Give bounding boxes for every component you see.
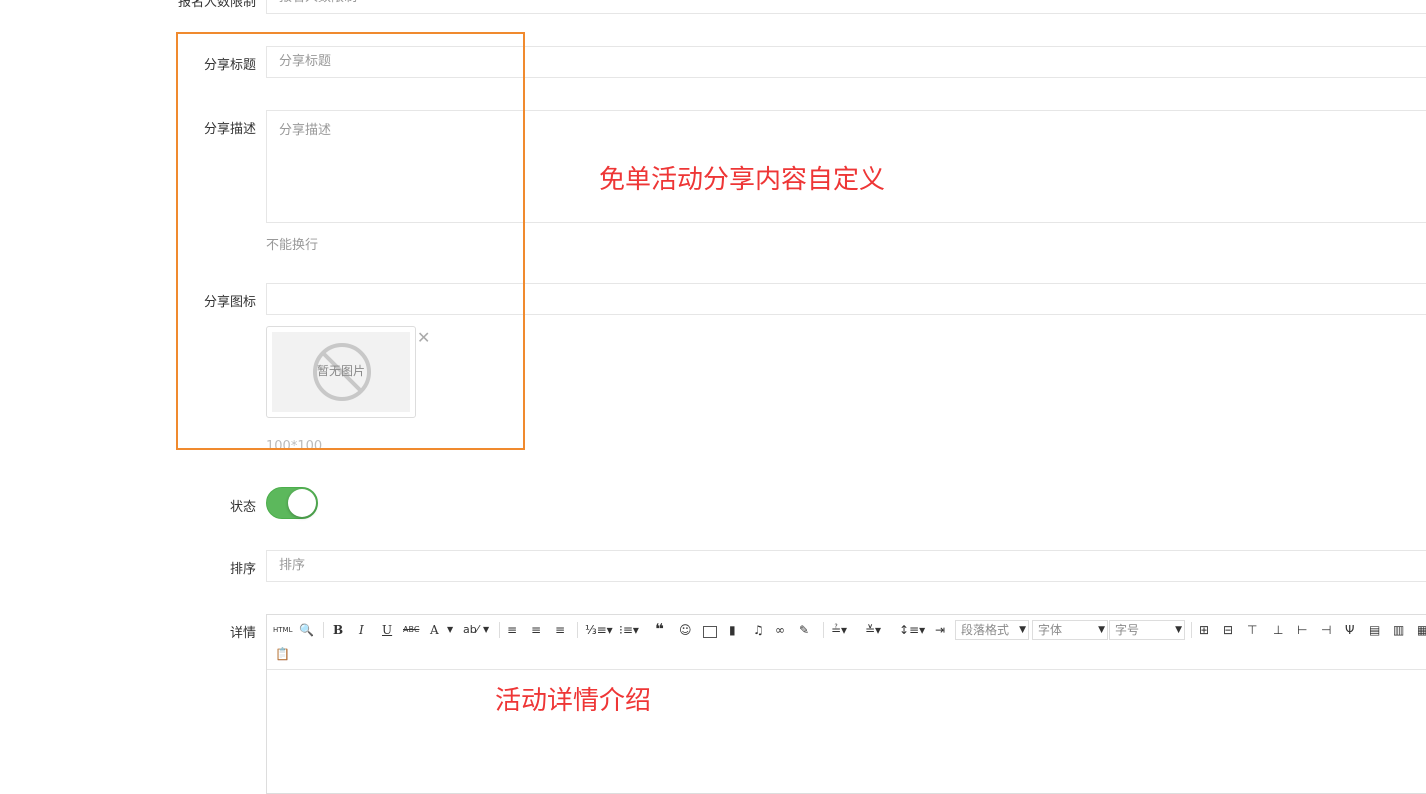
sort-input[interactable]: 排序 <box>266 550 1426 582</box>
align-center-icon[interactable]: ≡ <box>531 620 541 640</box>
table-caption-icon[interactable]: ⊤ <box>1247 620 1257 640</box>
chevron-down-icon: ▼ <box>1098 625 1105 635</box>
delete-col-icon[interactable]: Ψ <box>1345 620 1354 640</box>
delete-row-icon[interactable]: ⊢ <box>1297 620 1307 640</box>
strikethrough-button[interactable]: ABC <box>403 620 419 640</box>
share-settings-highlight <box>176 32 525 450</box>
bold-button[interactable]: B <box>333 620 343 640</box>
detail-label: 详情 <box>229 626 256 641</box>
unordered-list-icon[interactable]: ⁝≡▾ <box>619 620 639 640</box>
status-toggle[interactable] <box>266 487 318 519</box>
split-cells-icon[interactable]: ▥ <box>1393 620 1404 640</box>
chevron-down-icon: ▼ <box>1019 625 1026 635</box>
highlight-dropdown-icon[interactable]: ▼ <box>483 620 489 640</box>
share-annotation: 免单活动分享内容自定义 <box>599 165 886 195</box>
html-source-button[interactable]: HTML <box>273 620 292 640</box>
participant-limit-input[interactable]: 报名人数限制 <box>266 0 1426 14</box>
insert-table-icon[interactable]: ⊞ <box>1199 620 1209 640</box>
font-family-select[interactable]: 字体 ▼ <box>1032 620 1108 640</box>
table-props-icon[interactable]: ⊟ <box>1223 620 1233 640</box>
font-family-value: 字体 <box>1038 623 1063 637</box>
preview-icon[interactable]: 🔍 <box>299 620 314 640</box>
line-height-icon[interactable]: ↕≡▾ <box>899 620 925 640</box>
detail-annotation: 活动详情介绍 <box>495 686 652 716</box>
paragraph-format-value: 段落格式 <box>961 623 1010 637</box>
editor-toolbar: HTML 🔍 B I U ABC A ▼ ab⁄ ▼ ≡ ≡ ≡ ⅓≡▾ ⁝≡▾… <box>267 615 1426 670</box>
ordered-list-icon[interactable]: ⅓≡▾ <box>585 620 613 640</box>
blockquote-icon[interactable]: ❝ <box>655 619 664 639</box>
paste-icon[interactable]: 📋 <box>275 644 290 664</box>
rich-text-editor[interactable]: HTML 🔍 B I U ABC A ▼ ab⁄ ▼ ≡ ≡ ≡ ⅓≡▾ ⁝≡▾… <box>266 614 1426 794</box>
row-spacing-top-icon[interactable]: ≟▾ <box>831 620 847 640</box>
highlight-color-icon[interactable]: ab⁄ <box>463 620 479 640</box>
link-icon[interactable]: ∞ <box>775 620 785 640</box>
sort-label: 排序 <box>229 562 256 577</box>
align-right-icon[interactable]: ≡ <box>555 620 565 640</box>
eraser-icon[interactable]: ✎ <box>799 620 809 640</box>
chevron-down-icon: ▼ <box>1175 625 1182 635</box>
video-icon[interactable]: ▮ <box>729 620 736 640</box>
underline-button[interactable]: U <box>382 620 392 640</box>
paragraph-format-select[interactable]: 段落格式 ▼ <box>955 620 1029 640</box>
indent-icon[interactable]: ⇥ <box>935 620 945 640</box>
music-icon[interactable]: ♫ <box>753 620 764 640</box>
merge-cells-icon[interactable]: ▤ <box>1369 620 1380 640</box>
row-spacing-bottom-icon[interactable]: ≚▾ <box>865 620 881 640</box>
font-size-select[interactable]: 字号 ▼ <box>1109 620 1185 640</box>
insert-row-icon[interactable]: ⊥ <box>1273 620 1283 640</box>
toggle-knob <box>288 489 316 517</box>
table-more-icon[interactable]: ▦ <box>1417 620 1426 640</box>
insert-col-icon[interactable]: ⊣ <box>1321 620 1331 640</box>
italic-button[interactable]: I <box>359 620 364 640</box>
emoji-icon[interactable]: ☺ <box>679 620 692 640</box>
image-icon[interactable] <box>703 624 717 644</box>
status-label: 状态 <box>229 500 256 515</box>
align-left-icon[interactable]: ≡ <box>507 620 517 640</box>
font-color-dropdown-icon[interactable]: ▼ <box>447 620 453 640</box>
font-color-button[interactable]: A <box>430 620 439 640</box>
font-size-value: 字号 <box>1115 623 1140 637</box>
participant-limit-label: 报名人数限制 <box>177 0 256 10</box>
